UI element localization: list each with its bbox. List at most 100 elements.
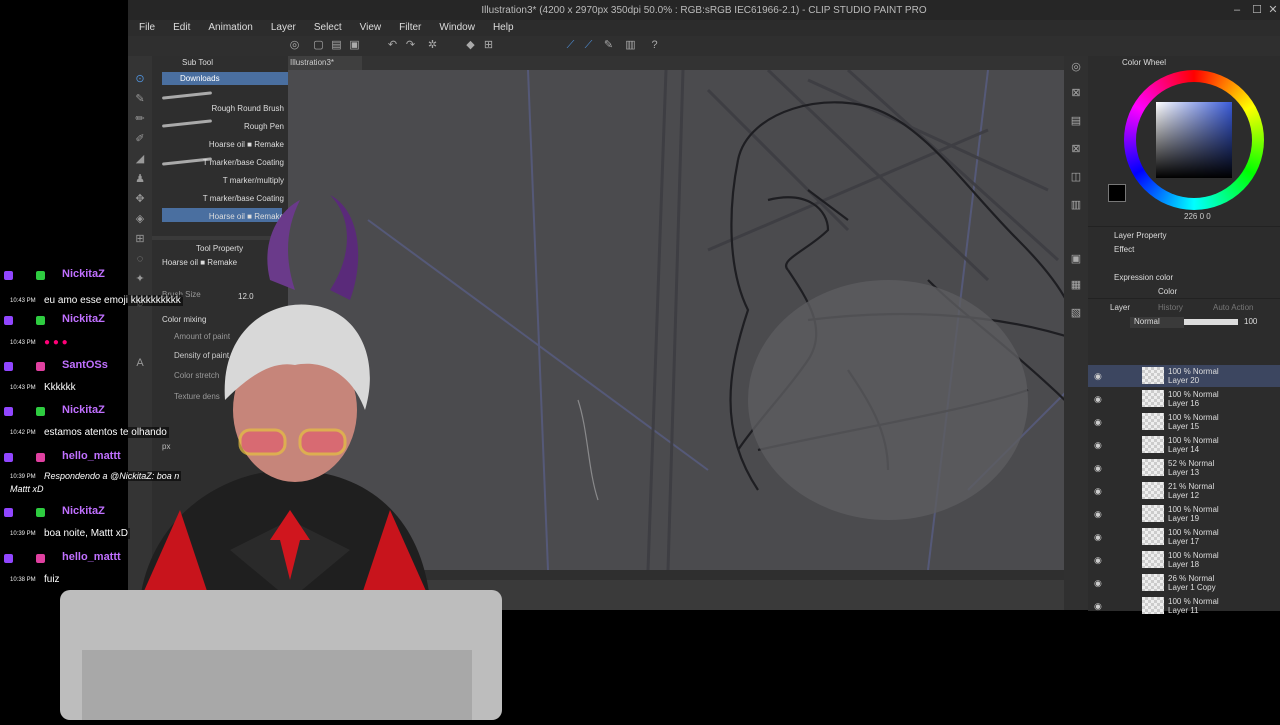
layer-thumbnail <box>1142 597 1164 614</box>
eye-icon[interactable]: ◉ <box>1094 509 1102 520</box>
badge-icon <box>4 453 13 462</box>
navigator-icon[interactable]: ◎ <box>1069 60 1083 74</box>
layer-mode: 100 % Normal <box>1168 390 1219 399</box>
canvas-tab[interactable]: Illustration3* <box>288 56 362 70</box>
zoom-tool-icon[interactable]: ⊙ <box>133 72 147 86</box>
badge-icon <box>36 271 45 280</box>
open-icon[interactable]: ▤ <box>330 39 343 52</box>
layer-row[interactable]: ◉ 100 % Normal Layer 15 <box>1088 411 1280 433</box>
expression-color-select[interactable]: Color <box>1158 287 1177 296</box>
eye-icon[interactable]: ◉ <box>1094 417 1102 428</box>
badge-icon <box>4 362 13 371</box>
menu-window[interactable]: Window <box>439 22 475 33</box>
layer-list: ◉ 100 % Normal Layer 20 ◉ 100 % Normal Layer… <box>1088 365 1280 615</box>
list-icon[interactable]: ▥ <box>624 39 637 52</box>
layer-name: Layer 20 <box>1168 376 1200 385</box>
opacity-value[interactable]: 100 <box>1244 317 1257 326</box>
history-tab[interactable]: History <box>1158 303 1183 312</box>
snap-icon[interactable]: ⟋ <box>564 39 577 52</box>
menu-help[interactable]: Help <box>493 22 514 33</box>
menu-file[interactable]: File <box>139 22 155 33</box>
eye-icon[interactable]: ◉ <box>1094 486 1102 497</box>
subtool-item[interactable]: T marker/base Coating <box>203 158 284 167</box>
undo-icon[interactable]: ↶ <box>386 39 399 52</box>
layer-row[interactable]: ◉ 100 % Normal Layer 14 <box>1088 434 1280 456</box>
layer-thumbnail <box>1142 574 1164 591</box>
close-panel-icon[interactable]: ⊠ <box>1069 86 1083 100</box>
eraser-tool-icon[interactable]: ◢ <box>133 152 147 166</box>
layer-name: Layer 19 <box>1168 514 1200 523</box>
menu-edit[interactable]: Edit <box>173 22 190 33</box>
camera-icon[interactable]: ◫ <box>1069 170 1083 184</box>
layer-row[interactable]: ◉ 21 % Normal Layer 12 <box>1088 480 1280 502</box>
animation-icon[interactable]: ▧ <box>1069 306 1083 320</box>
chat-time: 10:43 PM <box>10 340 36 346</box>
title-bar: Illustration3* (4200 x 2970px 350dpi 50.… <box>128 0 1280 20</box>
eye-icon[interactable]: ◉ <box>1094 394 1102 405</box>
avatar-illustration <box>60 195 502 720</box>
close-panel-icon[interactable]: ⊠ <box>1069 142 1083 156</box>
eye-icon[interactable]: ◉ <box>1094 601 1102 612</box>
minimize-button[interactable]: – <box>1230 3 1244 17</box>
layer-row[interactable]: ◉ 52 % Normal Layer 13 <box>1088 457 1280 479</box>
opacity-slider[interactable] <box>1184 319 1238 325</box>
main-color-swatch[interactable] <box>1108 184 1126 202</box>
layer-row[interactable]: ◉ 100 % Normal Layer 17 <box>1088 526 1280 548</box>
fill-icon[interactable]: ◆ <box>464 39 477 52</box>
eye-icon[interactable]: ◉ <box>1094 555 1102 566</box>
layer-row[interactable]: ◉ 100 % Normal Layer 11 <box>1088 595 1280 617</box>
layer-row[interactable]: ◉ 100 % Normal Layer 18 <box>1088 549 1280 571</box>
auto-action-tab[interactable]: Auto Action <box>1213 303 1253 312</box>
badge-icon <box>4 407 13 416</box>
new-file-icon[interactable]: ▢ <box>312 39 325 52</box>
menu-select[interactable]: Select <box>314 22 342 33</box>
eye-icon[interactable]: ◉ <box>1094 532 1102 543</box>
layer-mode: 52 % Normal <box>1168 459 1215 468</box>
pen-icon[interactable]: ✎ <box>602 39 615 52</box>
layer-row[interactable]: ◉ 26 % Normal Layer 1 Copy <box>1088 572 1280 594</box>
help-icon[interactable]: ? <box>648 39 661 52</box>
menu-layer[interactable]: Layer <box>271 22 296 33</box>
home-icon[interactable]: ◎ <box>288 39 301 52</box>
menu-animation[interactable]: Animation <box>208 22 252 33</box>
saturation-square[interactable] <box>1156 102 1232 178</box>
right-icon-column: ◎ ⊠ ▤ ⊠ ◫ ▥ ▣ ▦ ▧ <box>1064 56 1088 610</box>
close-button[interactable]: ✕ <box>1266 3 1280 17</box>
layer-thumbnail <box>1142 551 1164 568</box>
save-icon[interactable]: ▣ <box>348 39 361 52</box>
layer-search-icon[interactable]: ▣ <box>1069 252 1083 266</box>
subtool-item[interactable]: Hoarse oil ■ Remake <box>209 140 284 149</box>
layer-mode: 26 % Normal <box>1168 574 1215 583</box>
menu-view[interactable]: View <box>360 22 382 33</box>
pen-tool-icon[interactable]: ✎ <box>133 92 147 106</box>
subtool-group-downloads[interactable]: Downloads <box>162 72 290 85</box>
eye-icon[interactable]: ◉ <box>1094 578 1102 589</box>
subtool-item[interactable]: Rough Pen <box>244 122 284 131</box>
chat-text: Mattt xD <box>8 484 46 494</box>
eye-icon[interactable]: ◉ <box>1094 440 1102 451</box>
eye-icon[interactable]: ◉ <box>1094 371 1102 382</box>
maximize-button[interactable]: ☐ <box>1250 3 1264 17</box>
snap-ruler-icon[interactable]: ⟋ <box>582 39 595 52</box>
layer-row[interactable]: ◉ 100 % Normal Layer 20 <box>1088 365 1280 387</box>
layer-property-header: Layer Property <box>1114 231 1167 240</box>
layer-row[interactable]: ◉ 100 % Normal Layer 16 <box>1088 388 1280 410</box>
menu-filter[interactable]: Filter <box>399 22 421 33</box>
pencil-tool-icon[interactable]: ✏ <box>133 112 147 126</box>
layer-thumbnail <box>1142 436 1164 453</box>
brush-tool-icon[interactable]: ✐ <box>133 132 147 146</box>
settings-icon[interactable]: ✲ <box>426 39 439 52</box>
layer-row[interactable]: ◉ 100 % Normal Layer 19 <box>1088 503 1280 525</box>
subtool-item[interactable]: Rough Round Brush <box>212 104 285 113</box>
badge-icon <box>36 453 45 462</box>
transform-icon[interactable]: ⊞ <box>482 39 495 52</box>
layer-panel-icon[interactable]: ▦ <box>1069 278 1083 292</box>
blend-mode-select[interactable]: Normal <box>1130 317 1184 328</box>
list-panel-icon[interactable]: ▥ <box>1069 198 1083 212</box>
eye-icon[interactable]: ◉ <box>1094 463 1102 474</box>
badge-icon <box>36 362 45 371</box>
layer-tab[interactable]: Layer <box>1110 303 1130 312</box>
redo-icon[interactable]: ↷ <box>404 39 417 52</box>
material-icon[interactable]: ▤ <box>1069 114 1083 128</box>
menu-bar: File Edit Animation Layer Select View Filter Wi… <box>128 20 1280 36</box>
